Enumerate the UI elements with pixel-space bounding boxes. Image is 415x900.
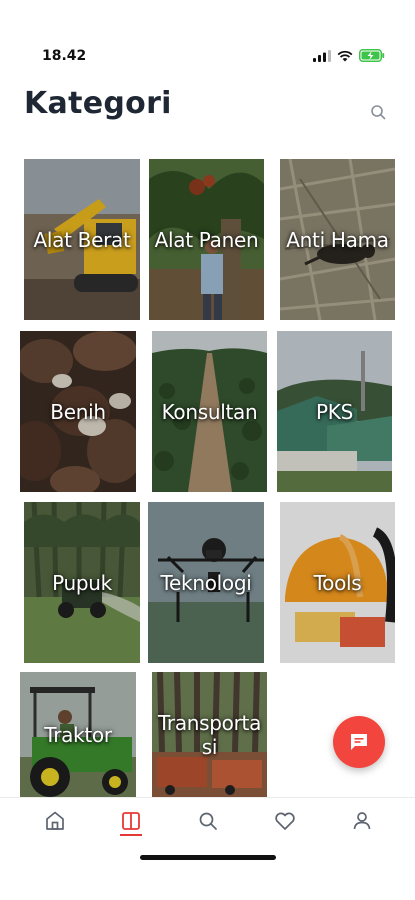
category-tile-transportasi[interactable]: Transporta si [152,672,267,797]
category-tile-benih[interactable]: Benih [20,331,136,492]
nav-home[interactable] [42,808,68,834]
category-label: Transporta si [157,710,262,759]
search-icon [371,105,386,120]
category-label: Konsultan [161,399,258,424]
heart-icon [275,812,295,830]
category-tile-teknologi[interactable]: Teknologi [148,502,264,663]
wifi-icon [337,50,353,61]
home-icon [46,811,64,830]
category-label: Anti Hama [286,227,389,252]
category-tile-alat-panen[interactable]: Alat Panen [149,159,264,320]
category-tile-alat-berat[interactable]: Alat Berat [24,159,140,320]
category-label: Teknologi [160,570,252,595]
category-label: Traktor [44,722,112,747]
chat-message-icon [351,734,367,750]
header-search-button[interactable] [368,102,390,124]
nav-active-indicator [120,834,142,836]
page-title: Kategori [24,86,172,121]
status-bar: 18.42 [0,0,415,80]
battery-charging-icon [359,49,385,62]
category-tile-konsultan[interactable]: Konsultan [152,331,267,492]
category-tile-anti-hama[interactable]: Anti Hama [280,159,395,320]
nav-profile[interactable] [349,808,375,834]
status-time: 18.42 [42,48,87,64]
bottom-nav [0,797,415,845]
search-icon [199,812,217,830]
chat-fab-button[interactable] [333,716,385,768]
category-label: Alat Panen [154,227,259,252]
home-indicator [140,855,276,860]
category-label: Alat Berat [33,227,131,252]
nav-search[interactable] [195,808,221,834]
categories-book-icon [122,812,140,830]
category-tile-traktor[interactable]: Traktor [20,672,136,797]
category-label: Benih [50,399,106,424]
category-tile-pks[interactable]: PKS [277,331,392,492]
category-label: Tools [313,570,362,595]
nav-categories[interactable] [118,808,144,834]
category-tile-tools[interactable]: Tools [280,502,395,663]
category-tile-pupuk[interactable]: Pupuk [24,502,140,663]
status-icons [313,49,385,62]
category-label: PKS [316,399,353,424]
nav-favorites[interactable] [272,808,298,834]
category-label: Pupuk [52,570,112,595]
profile-icon [353,812,371,830]
cellular-signal-icon [313,49,331,62]
